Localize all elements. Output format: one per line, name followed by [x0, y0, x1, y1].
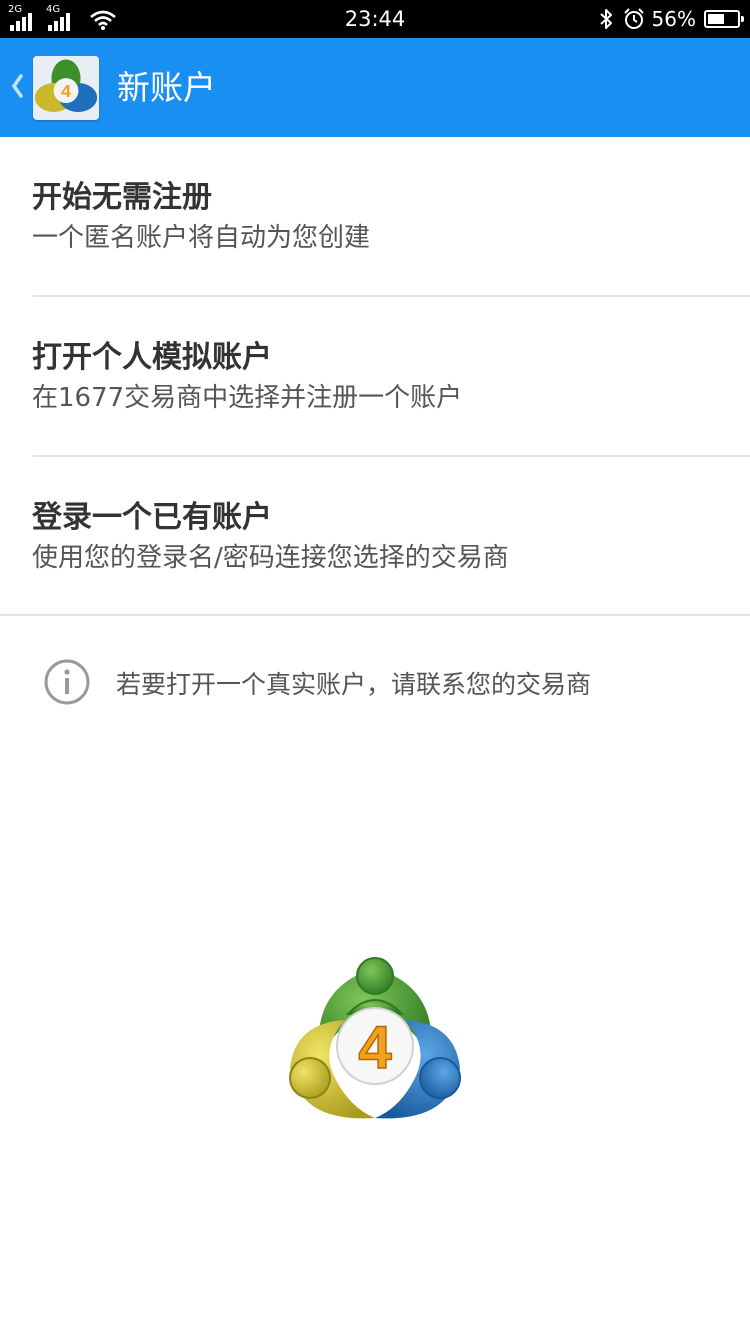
option-open-demo-account[interactable]: 打开个人模拟账户 在1677交易商中选择并注册一个账户	[0, 297, 750, 456]
info-icon	[44, 659, 90, 705]
page-title: 新账户	[117, 68, 216, 107]
status-bar: 2G 4G 23:44 56%	[0, 0, 750, 38]
info-row: 若要打开一个真实账户，请联系您的交易商	[0, 617, 750, 747]
battery-percent: 56%	[651, 7, 696, 31]
option-subtitle: 一个匿名账户将自动为您创建	[32, 223, 371, 253]
bluetooth-icon	[599, 9, 612, 29]
alarm-icon	[623, 8, 644, 29]
divider	[0, 614, 750, 616]
metatrader-4-logo-icon: 4	[280, 948, 470, 1133]
option-title: 开始无需注册	[32, 180, 212, 215]
option-title: 打开个人模拟账户	[32, 340, 272, 375]
status-right: 56%	[598, 0, 744, 38]
option-subtitle: 使用您的登录名/密码连接您选择的交易商	[32, 543, 509, 573]
option-subtitle: 在1677交易商中选择并注册一个账户	[32, 383, 463, 413]
battery-icon	[704, 10, 744, 28]
option-start-without-registration[interactable]: 开始无需注册 一个匿名账户将自动为您创建	[0, 137, 750, 296]
svg-text:4: 4	[61, 81, 71, 101]
battery-fill	[708, 14, 724, 24]
logo-label: 4	[358, 1014, 392, 1081]
info-text: 若要打开一个真实账户，请联系您的交易商	[116, 670, 592, 699]
option-login-existing-account[interactable]: 登录一个已有账户 使用您的登录名/密码连接您选择的交易商	[0, 457, 750, 616]
back-chevron-icon[interactable]	[6, 68, 28, 104]
app-bar: 4 新账户	[0, 38, 750, 137]
option-title: 登录一个已有账户	[32, 500, 272, 535]
metatrader-logo-icon[interactable]: 4	[33, 56, 99, 120]
